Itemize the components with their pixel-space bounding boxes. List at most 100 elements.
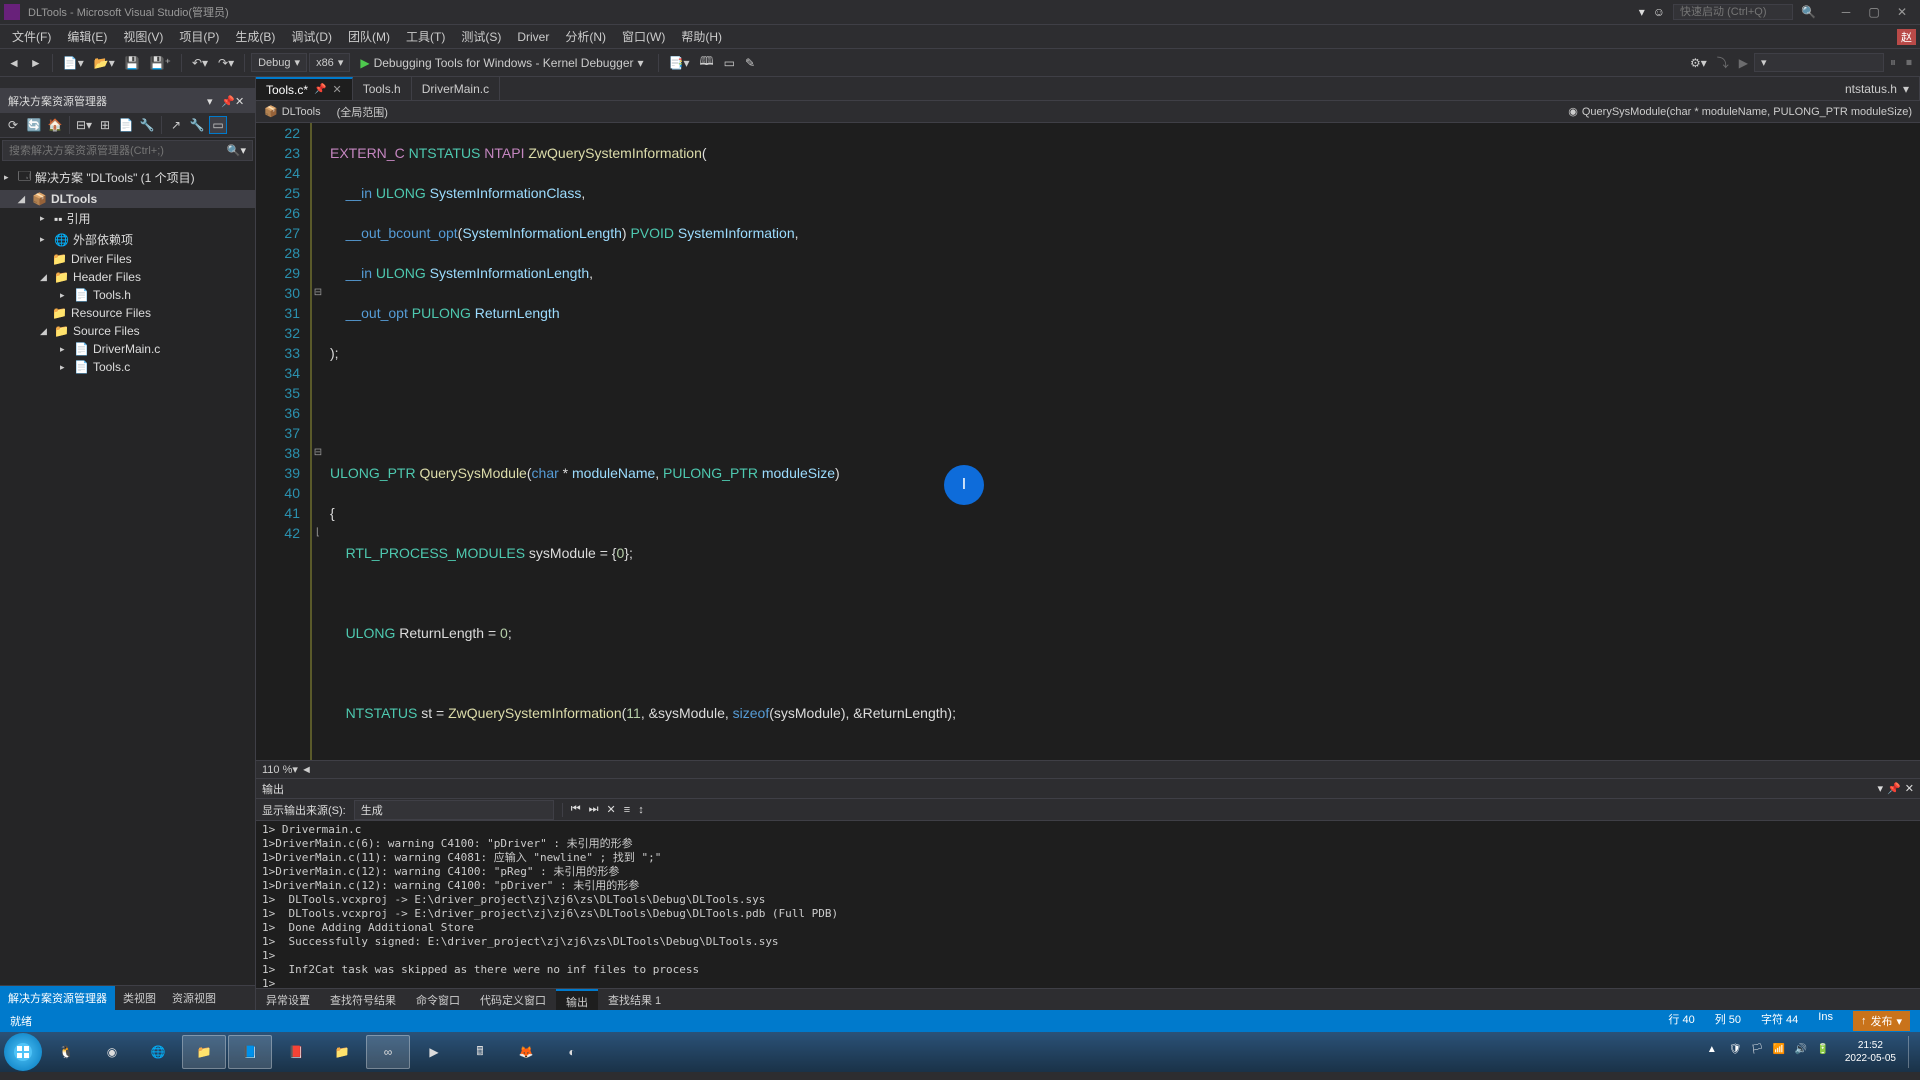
- new-project-button[interactable]: 📄▾: [59, 54, 88, 72]
- tray-shield-icon[interactable]: 🛡: [1729, 1044, 1745, 1060]
- taskbar-qq-icon[interactable]: 🐧: [44, 1035, 88, 1069]
- tab-find-symbol[interactable]: 查找符号结果: [320, 989, 406, 1010]
- menu-project[interactable]: 项目(P): [171, 25, 227, 48]
- nav-fwd-button[interactable]: ►: [26, 54, 46, 72]
- close-icon[interactable]: ✕: [332, 83, 341, 96]
- tab-exceptions[interactable]: 异常设置: [256, 989, 320, 1010]
- header-files-node[interactable]: ◢📁 Header Files: [0, 268, 255, 286]
- output-text[interactable]: 1> Drivermain.c 1>DriverMain.c(6): warni…: [256, 821, 1920, 988]
- tab-code-def[interactable]: 代码定义窗口: [470, 989, 556, 1010]
- driver-files-node[interactable]: 📁 Driver Files: [0, 250, 255, 268]
- pin-icon[interactable]: 📌: [314, 84, 326, 95]
- tb-step-run[interactable]: ▶: [1735, 54, 1752, 72]
- menu-file[interactable]: 文件(F): [4, 25, 59, 48]
- solution-root[interactable]: ▸🗔 解决方案 "DLTools" (1 个项目): [0, 165, 255, 190]
- home2-icon[interactable]: 🏠: [46, 116, 64, 134]
- quick-launch-input[interactable]: [1673, 4, 1793, 20]
- output-tb-5[interactable]: ↕: [638, 804, 644, 816]
- nav-member-dropdown[interactable]: ◉ QuerySysModule(char * moduleName, PULO…: [396, 101, 1920, 122]
- feedback-icon[interactable]: ☺: [1653, 5, 1665, 19]
- properties-icon[interactable]: 🔧: [138, 116, 156, 134]
- view-icon[interactable]: ▭: [209, 116, 227, 134]
- open-button[interactable]: 📂▾: [90, 54, 119, 72]
- tb-icon-1[interactable]: 📑▾: [665, 54, 694, 72]
- redo-button[interactable]: ↷▾: [214, 54, 238, 72]
- menu-tools[interactable]: 工具(T): [398, 25, 453, 48]
- zoom-indicator[interactable]: 110 % ▾ ◄: [256, 760, 1920, 778]
- project-node[interactable]: ◢📦 DLTools: [0, 190, 255, 208]
- taskbar-vs-icon[interactable]: ∞: [366, 1035, 410, 1069]
- start-debug-button[interactable]: ▶Debugging Tools for Windows - Kernel De…: [352, 54, 651, 72]
- tb-icon-4[interactable]: ✎: [741, 54, 759, 72]
- taskbar-wps-icon[interactable]: 📕: [274, 1035, 318, 1069]
- menu-debug[interactable]: 调试(D): [283, 25, 340, 48]
- tb-icon-r2[interactable]: ⏸: [1886, 53, 1900, 72]
- menu-team[interactable]: 团队(M): [340, 25, 398, 48]
- notification-icon[interactable]: ▾: [1639, 5, 1645, 19]
- tray-up-icon[interactable]: ▲: [1707, 1044, 1723, 1060]
- minimize-button[interactable]: ─: [1832, 2, 1860, 22]
- tb-icon-2[interactable]: 🕮: [696, 50, 718, 75]
- menu-help[interactable]: 帮助(H): [673, 25, 730, 48]
- tab-class-view[interactable]: 类视图: [115, 986, 164, 1010]
- taskbar-clock[interactable]: 21:52 2022-05-05: [1839, 1039, 1902, 1065]
- output-tb-1[interactable]: ⏮: [571, 803, 581, 816]
- source-files-node[interactable]: ◢📁 Source Files: [0, 322, 255, 340]
- show-desktop-button[interactable]: [1908, 1036, 1916, 1068]
- output-source-dropdown[interactable]: 生成: [354, 800, 554, 820]
- menu-build[interactable]: 生成(B): [227, 25, 283, 48]
- preview-icon[interactable]: ↗: [167, 116, 185, 134]
- taskbar-app4-icon[interactable]: ◐: [550, 1035, 594, 1069]
- nav-project-dropdown[interactable]: 📦 DLTools: [256, 101, 329, 122]
- user-badge[interactable]: 赵: [1897, 29, 1916, 45]
- config-dropdown[interactable]: Debug ▾: [251, 53, 307, 72]
- code-editor[interactable]: 2223242526272829303132333435363738394041…: [256, 123, 1920, 760]
- solution-search-input[interactable]: [9, 145, 227, 157]
- menu-analyze[interactable]: 分析(N): [557, 25, 614, 48]
- home-icon[interactable]: ⟳: [4, 116, 22, 134]
- menu-window[interactable]: 窗口(W): [614, 25, 673, 48]
- tb-icon-r3[interactable]: ⏹: [1902, 53, 1916, 72]
- tray-volume-icon[interactable]: 🔊: [1795, 1044, 1811, 1060]
- panel-dropdown-icon[interactable]: ▾: [207, 95, 219, 107]
- taskbar-chrome-icon[interactable]: 🌐: [136, 1035, 180, 1069]
- tools-h-node[interactable]: ▸📄 Tools.h: [0, 286, 255, 304]
- show-all-icon[interactable]: 📄: [117, 116, 135, 134]
- search-icon[interactable]: 🔍: [1801, 5, 1816, 19]
- output-close-icon[interactable]: ✕: [1905, 782, 1914, 795]
- output-tb-3[interactable]: ✕: [607, 803, 616, 816]
- wrench-icon[interactable]: 🔧: [188, 116, 206, 134]
- tb-icon-r1[interactable]: ⚙▾: [1686, 54, 1711, 72]
- tb-icon-3[interactable]: ▭: [720, 54, 739, 72]
- process-dropdown[interactable]: ▾: [1754, 53, 1884, 72]
- panel-close-icon[interactable]: ✕: [235, 95, 247, 107]
- taskbar-app3-icon[interactable]: ▶: [412, 1035, 456, 1069]
- tray-flag-icon[interactable]: 🏳: [1751, 1044, 1767, 1060]
- collapse-icon[interactable]: ⊟▾: [75, 116, 93, 134]
- tray-network-icon[interactable]: 📶: [1773, 1044, 1789, 1060]
- taskbar-app-icon[interactable]: ◉: [90, 1035, 134, 1069]
- output-dropdown-icon[interactable]: ▾: [1878, 782, 1884, 795]
- save-all-button[interactable]: 💾⁺: [146, 54, 175, 72]
- tools-c-node[interactable]: ▸📄 Tools.c: [0, 358, 255, 376]
- external-deps-node[interactable]: ▸🌐 外部依赖项: [0, 229, 255, 250]
- menu-edit[interactable]: 编辑(E): [59, 25, 115, 48]
- output-pin-icon[interactable]: 📌: [1887, 782, 1901, 795]
- references-node[interactable]: ▸▪▪ 引用: [0, 208, 255, 229]
- taskbar-folder-icon[interactable]: 📁: [320, 1035, 364, 1069]
- taskbar-explorer-icon[interactable]: 📁: [182, 1035, 226, 1069]
- tab-ntstatus-h[interactable]: ntstatus.h ▾: [1835, 77, 1920, 100]
- tray-battery-icon[interactable]: 🔋: [1817, 1044, 1833, 1060]
- start-button[interactable]: [4, 1033, 42, 1071]
- drivermain-c-node[interactable]: ▸📄 DriverMain.c: [0, 340, 255, 358]
- menu-driver[interactable]: Driver: [509, 27, 557, 47]
- tab-output[interactable]: 输出: [556, 989, 598, 1010]
- menu-view[interactable]: 视图(V): [115, 25, 171, 48]
- tab-command[interactable]: 命令窗口: [406, 989, 470, 1010]
- taskbar-app2-icon[interactable]: 📘: [228, 1035, 272, 1069]
- publish-button[interactable]: ↑ 发布 ▾: [1853, 1011, 1910, 1031]
- maximize-button[interactable]: ▢: [1860, 2, 1888, 22]
- tab-tools-h[interactable]: Tools.h: [353, 77, 412, 100]
- platform-dropdown[interactable]: x86 ▾: [309, 53, 350, 72]
- close-button[interactable]: ✕: [1888, 2, 1916, 22]
